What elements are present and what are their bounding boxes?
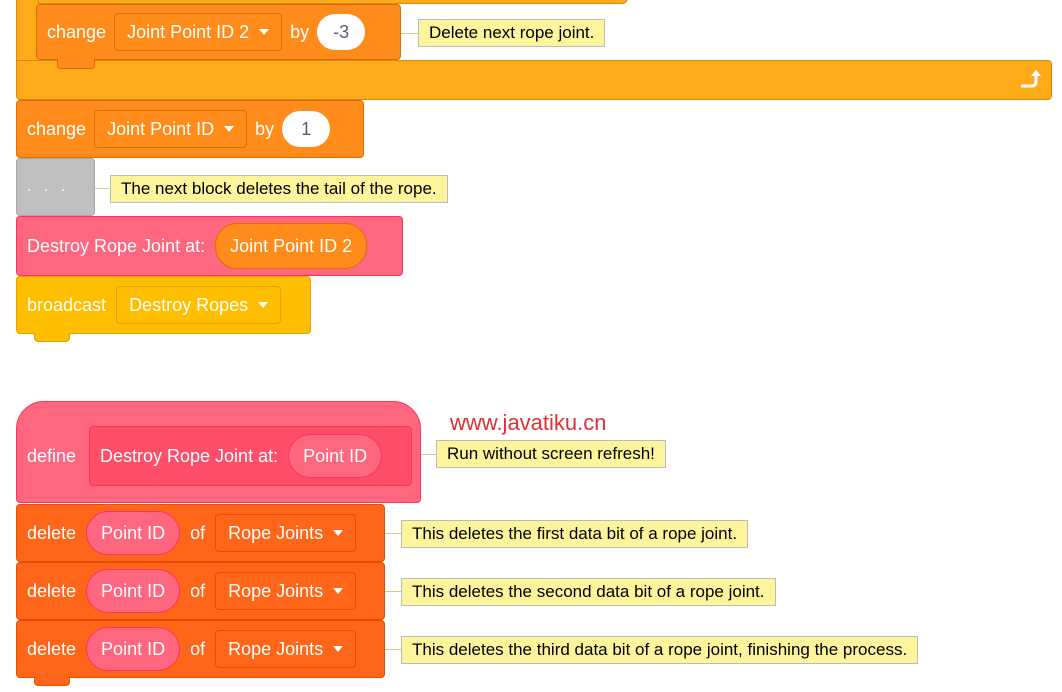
variable-dropdown[interactable]: Joint Point ID bbox=[94, 110, 248, 148]
list-dropdown-label: Rope Joints bbox=[228, 580, 324, 601]
comment-third-data-bit[interactable]: This deletes the third data bit of a rop… bbox=[401, 636, 919, 664]
watermark-text: www.javatiku.cn bbox=[450, 410, 607, 435]
variable-dropdown-label: Joint Point ID 2 bbox=[127, 21, 250, 42]
comment-text: Run without screen refresh! bbox=[447, 444, 655, 463]
delete-label: delete bbox=[27, 580, 77, 601]
comment-connector bbox=[385, 649, 402, 650]
change-label: change bbox=[47, 21, 107, 42]
of-label: of bbox=[190, 580, 206, 601]
joint-point-id-2-reporter[interactable]: Joint Point ID 2 bbox=[215, 223, 368, 269]
delete-item-block[interactable]: delete Point ID of Rope Joints bbox=[16, 562, 385, 620]
by-label: by bbox=[255, 118, 275, 139]
broadcast-block[interactable]: broadcast Destroy Ropes bbox=[16, 276, 311, 334]
variable-dropdown-label: Joint Point ID bbox=[107, 118, 215, 139]
list-dropdown-label: Rope Joints bbox=[228, 638, 324, 659]
ellipsis-block[interactable]: . . . bbox=[16, 158, 95, 216]
point-id-reporter[interactable]: Point ID bbox=[86, 627, 181, 671]
delete-item-block[interactable]: delete Point ID of Rope Joints bbox=[16, 620, 385, 678]
point-id-parameter[interactable]: Point ID bbox=[288, 434, 383, 478]
comment-text: Delete next rope joint. bbox=[429, 23, 595, 42]
procedure-prototype[interactable]: Destroy Rope Joint at: Point ID bbox=[89, 426, 412, 486]
change-variable-block[interactable]: change Joint Point ID 2 by -3 bbox=[36, 4, 401, 69]
dropdown-caret-icon bbox=[259, 29, 270, 35]
comment-connector bbox=[95, 188, 110, 189]
delete-item-block[interactable]: delete Point ID of Rope Joints bbox=[16, 504, 385, 562]
message-dropdown-label: Destroy Ropes bbox=[129, 294, 249, 315]
comment-second-data-bit[interactable]: This deletes the second data bit of a ro… bbox=[401, 578, 776, 606]
block-notch bbox=[57, 58, 95, 69]
change-amount-input[interactable]: 1 bbox=[282, 111, 331, 147]
comment-no-refresh[interactable]: Run without screen refresh! bbox=[436, 440, 666, 468]
procedure-label: Destroy Rope Joint at: bbox=[27, 235, 206, 256]
block-notch bbox=[34, 677, 70, 686]
list-dropdown-label: Rope Joints bbox=[228, 522, 324, 543]
change-variable-block[interactable]: change Joint Point ID by 1 bbox=[16, 100, 364, 158]
point-id-reporter[interactable]: Point ID bbox=[86, 569, 181, 613]
comment-text: This deletes the second data bit of a ro… bbox=[412, 582, 765, 601]
delete-label: delete bbox=[27, 522, 77, 543]
comment-text: This deletes the third data bit of a rop… bbox=[412, 640, 908, 659]
point-id-reporter[interactable]: Point ID bbox=[86, 511, 181, 555]
define-label: define bbox=[27, 446, 77, 466]
comment-first-data-bit[interactable]: This deletes the first data bit of a rop… bbox=[401, 520, 749, 548]
dropdown-caret-icon bbox=[333, 646, 344, 652]
destroy-rope-joint-call-block[interactable]: Destroy Rope Joint at: Joint Point ID 2 bbox=[16, 216, 403, 276]
repeat-block-arm[interactable] bbox=[16, 0, 38, 66]
variable-dropdown[interactable]: Joint Point ID 2 bbox=[114, 13, 283, 51]
ellipsis-label: . . . bbox=[27, 178, 70, 195]
by-label: by bbox=[290, 21, 310, 42]
list-dropdown[interactable]: Rope Joints bbox=[215, 514, 357, 552]
comment-text: This deletes the first data bit of a rop… bbox=[412, 524, 738, 543]
define-hat-block[interactable]: define Destroy Rope Joint at: Point ID bbox=[16, 401, 421, 503]
dropdown-caret-icon bbox=[333, 530, 344, 536]
comment-tail-deletion[interactable]: The next block deletes the tail of the r… bbox=[110, 175, 448, 203]
repeat-block-foot[interactable] bbox=[16, 60, 1052, 100]
dropdown-caret-icon bbox=[258, 302, 269, 308]
comment-connector bbox=[421, 454, 437, 455]
broadcast-message-dropdown[interactable]: Destroy Ropes bbox=[116, 286, 282, 324]
comment-delete-next-joint[interactable]: Delete next rope joint. bbox=[418, 19, 606, 47]
dropdown-caret-icon bbox=[224, 126, 235, 132]
comment-connector bbox=[401, 33, 419, 34]
of-label: of bbox=[190, 638, 206, 659]
broadcast-label: broadcast bbox=[27, 294, 107, 315]
list-dropdown[interactable]: Rope Joints bbox=[215, 630, 357, 668]
of-label: of bbox=[190, 522, 206, 543]
comment-text: The next block deletes the tail of the r… bbox=[121, 179, 437, 198]
procedure-label: Destroy Rope Joint at: bbox=[100, 445, 279, 466]
list-dropdown[interactable]: Rope Joints bbox=[215, 572, 357, 610]
change-amount-input[interactable]: -3 bbox=[317, 14, 366, 50]
dropdown-caret-icon bbox=[333, 588, 344, 594]
delete-label: delete bbox=[27, 638, 77, 659]
block-notch bbox=[34, 333, 70, 342]
loop-arrow-icon bbox=[1021, 70, 1041, 88]
comment-connector bbox=[385, 533, 402, 534]
comment-connector bbox=[385, 591, 402, 592]
change-label: change bbox=[27, 118, 87, 139]
